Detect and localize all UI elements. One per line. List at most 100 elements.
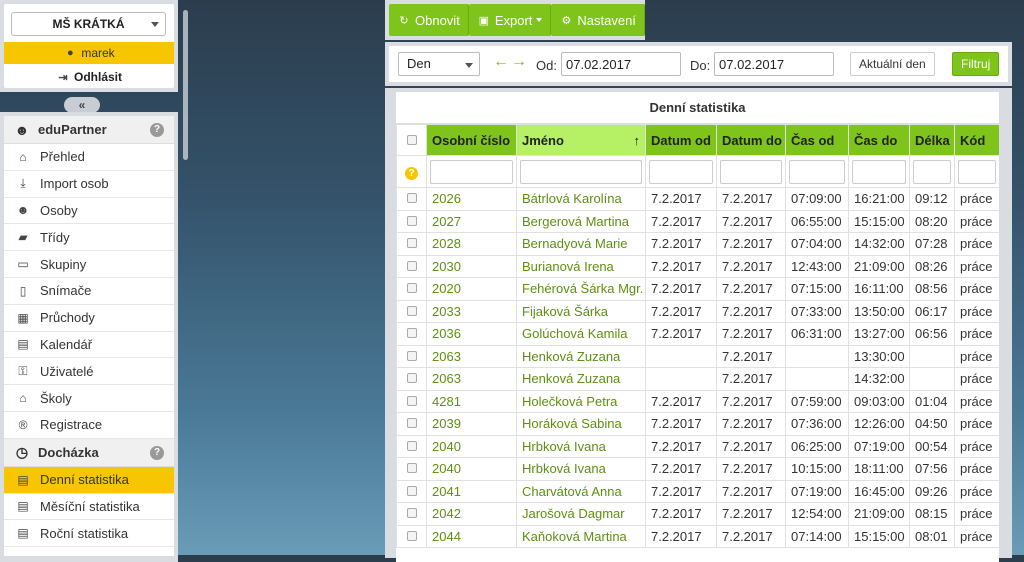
sidebar-item[interactable]: ▯ Snímače	[4, 278, 174, 305]
column-header[interactable]: Kód	[954, 124, 999, 156]
table-row[interactable]: 2063 Henková Zuzana 7.2.2017 13:30:00 práce	[396, 344, 999, 368]
row-checkbox[interactable]	[396, 322, 427, 346]
row-checkbox[interactable]	[396, 187, 427, 211]
row-checkbox[interactable]	[396, 479, 427, 503]
column-header[interactable]: Čas od	[785, 124, 849, 156]
column-filter-input[interactable]	[649, 159, 713, 184]
row-checkbox[interactable]	[396, 389, 427, 413]
sidebar-item[interactable]: ⚿ Uživatelé	[4, 358, 174, 386]
today-button[interactable]: Aktuální den	[850, 52, 935, 76]
row-checkbox[interactable]	[396, 209, 427, 233]
collapse-sidebar-button[interactable]: «	[64, 97, 100, 113]
table-row[interactable]: 2027 Bergerová Martina 7.2.2017 7.2.2017 06:…	[396, 209, 999, 233]
table-row[interactable]: 2040 Hrbková Ivana 7.2.2017 7.2.2017 10:15:0…	[396, 457, 999, 481]
export-button[interactable]: ▣ Export	[468, 4, 552, 36]
table-row[interactable]: 2028 Bernadyová Marie 7.2.2017 7.2.2017 07:0…	[396, 232, 999, 256]
school-select[interactable]: MŠ KRÁTKÁ	[11, 12, 166, 36]
table-cell[interactable]: Golúchová Kamila	[516, 322, 646, 346]
date-from-input[interactable]	[561, 52, 681, 76]
column-filter-input[interactable]	[913, 159, 951, 184]
column-header[interactable]: Datum do	[716, 124, 786, 156]
row-checkbox[interactable]	[396, 502, 427, 526]
table-cell[interactable]: Henková Zuzana	[516, 367, 646, 391]
table-cell[interactable]: 2027	[426, 209, 517, 233]
sidebar-item[interactable]: ⌂ Přehled	[4, 144, 174, 171]
table-cell[interactable]: Bergerová Martina	[516, 209, 646, 233]
table-cell[interactable]: 2063	[426, 344, 517, 368]
table-cell[interactable]: Kaňoková Martina	[516, 524, 646, 548]
sidebar-item[interactable]: ▰ Třídy	[4, 224, 174, 252]
table-cell[interactable]: 2063	[426, 367, 517, 391]
logout-button[interactable]: ⇥ Odhlásit	[4, 66, 174, 88]
table-cell[interactable]: 2040	[426, 457, 517, 481]
column-filter-input[interactable]	[430, 159, 513, 184]
date-to-input[interactable]	[714, 52, 834, 76]
table-cell[interactable]: Charvátová Anna	[516, 479, 646, 503]
sidebar-item[interactable]: ▤ Měsíční statistika	[4, 494, 174, 521]
table-row[interactable]: 2030 Burianová Irena 7.2.2017 7.2.2017 12:43…	[396, 254, 999, 278]
table-cell[interactable]: Fehérová Šárka Mgr.	[516, 277, 646, 301]
row-checkbox[interactable]	[396, 367, 427, 391]
row-checkbox[interactable]	[396, 254, 427, 278]
table-cell[interactable]: 2036	[426, 322, 517, 346]
row-checkbox[interactable]	[396, 434, 427, 458]
column-filter-input[interactable]	[720, 159, 782, 184]
row-checkbox[interactable]	[396, 344, 427, 368]
table-row[interactable]: 2063 Henková Zuzana 7.2.2017 14:32:00 práce	[396, 367, 999, 391]
row-checkbox[interactable]	[396, 412, 427, 436]
period-select[interactable]: Den	[398, 52, 480, 76]
column-header[interactable]: Jméno ↑	[516, 124, 646, 156]
sidebar-item[interactable]: ⤓ Import osob	[4, 171, 174, 198]
table-cell[interactable]: 2028	[426, 232, 517, 256]
table-cell[interactable]: Burianová Irena	[516, 254, 646, 278]
table-cell[interactable]: Bátrlová Karolína	[516, 187, 646, 211]
table-cell[interactable]: 2042	[426, 502, 517, 526]
sidebar-item[interactable]: ▤ Denní statistika	[4, 466, 174, 494]
sidebar-item[interactable]: ▤ Kalendář	[4, 332, 174, 359]
table-cell[interactable]: Hrbková Ivana	[516, 457, 646, 481]
column-filter-input[interactable]	[520, 159, 642, 184]
table-cell[interactable]: Henková Zuzana	[516, 344, 646, 368]
column-header[interactable]: Osobní číslo	[426, 124, 517, 156]
question-icon[interactable]: ?	[405, 166, 418, 180]
table-cell[interactable]: 2020	[426, 277, 517, 301]
table-cell[interactable]: Jarošová Dagmar	[516, 502, 646, 526]
sidebar-item[interactable]: ▤ Roční statistika	[4, 520, 174, 548]
sidebar-item[interactable]: ▭ Skupiny	[4, 251, 174, 278]
table-cell[interactable]: 2039	[426, 412, 517, 436]
sidebar-scrollbar[interactable]	[183, 10, 188, 160]
table-row[interactable]: 2042 Jarošová Dagmar 7.2.2017 7.2.2017 12:54…	[396, 502, 999, 526]
column-filter-input[interactable]	[852, 159, 906, 184]
table-row[interactable]: 4281 Holečková Petra 7.2.2017 7.2.2017 07:59…	[396, 389, 999, 413]
column-filter-input[interactable]	[958, 159, 996, 184]
filter-button[interactable]: Filtruj	[952, 52, 1000, 76]
table-cell[interactable]: Hrbková Ivana	[516, 434, 646, 458]
table-cell[interactable]: Holečková Petra	[516, 389, 646, 413]
table-row[interactable]: 2036 Golúchová Kamila 7.2.2017 7.2.2017 06:3…	[396, 322, 999, 346]
sidebar-item[interactable]: ® Registrace	[4, 412, 174, 439]
table-cell[interactable]: 2026	[426, 187, 517, 211]
sidebar-item[interactable]: ☻ Osoby	[4, 198, 174, 225]
sidebar-item[interactable]: ▦ Průchody	[4, 305, 174, 332]
help-icon[interactable]: ?	[150, 123, 164, 137]
column-header[interactable]: Délka	[909, 124, 955, 156]
table-row[interactable]: 2020 Fehérová Šárka Mgr. 7.2.2017 7.2.2017 0…	[396, 277, 999, 301]
row-checkbox[interactable]	[396, 524, 427, 548]
sidebar-item[interactable]: ⌂ Školy	[4, 385, 174, 412]
table-row[interactable]: 2041 Charvátová Anna 7.2.2017 7.2.2017 07:19…	[396, 479, 999, 503]
column-header[interactable]: Čas do	[848, 124, 910, 156]
arrow-right-icon[interactable]: →	[511, 53, 527, 71]
row-checkbox[interactable]	[396, 299, 427, 323]
table-cell[interactable]: Bernadyová Marie	[516, 232, 646, 256]
table-cell[interactable]: 4281	[426, 389, 517, 413]
table-cell[interactable]: 2044	[426, 524, 517, 548]
refresh-button[interactable]: ↻ Obnovit	[389, 4, 469, 36]
select-all-checkbox[interactable]	[396, 124, 427, 156]
column-filter-input[interactable]	[789, 159, 845, 184]
row-checkbox[interactable]	[396, 457, 427, 481]
table-row[interactable]: 2026 Bátrlová Karolína 7.2.2017 7.2.2017 07:…	[396, 187, 999, 211]
row-checkbox[interactable]	[396, 277, 427, 301]
table-row[interactable]: 2044 Kaňoková Martina 7.2.2017 7.2.2017 07:1…	[396, 524, 999, 548]
help-icon[interactable]: ?	[150, 445, 164, 460]
column-header[interactable]: Datum od	[645, 124, 717, 156]
